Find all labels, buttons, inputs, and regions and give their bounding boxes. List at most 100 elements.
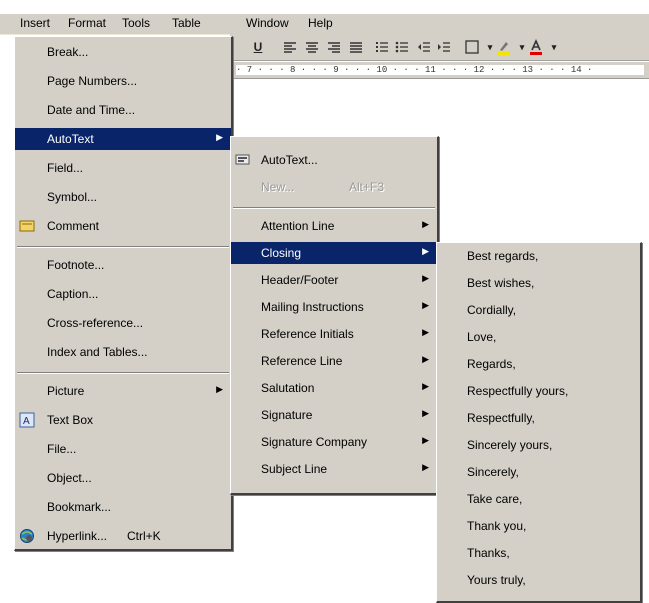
insert-item-field[interactable]: Field... [15, 157, 231, 179]
closing-item-respectfully-yours[interactable]: Respectfully yours, [437, 380, 640, 402]
submenu-arrow-icon: ▶ [216, 132, 223, 142]
closing-item-label: Love, [467, 330, 497, 344]
autotext-item-reference-initials[interactable]: Reference Initials ▶ [231, 323, 437, 345]
insert-item-symbol[interactable]: Symbol... [15, 186, 231, 208]
autotext-item-label: New... [261, 180, 295, 194]
align-right-icon[interactable] [326, 39, 342, 55]
autotext-item-attention-line[interactable]: Attention Line ▶ [231, 215, 437, 237]
insert-item-label: Page Numbers... [47, 74, 138, 88]
insert-item-cross-reference[interactable]: Cross-reference... [15, 312, 231, 334]
autotext-item-label: Header/Footer [261, 273, 339, 287]
insert-item-label: Hyperlink... [47, 529, 108, 543]
submenu-arrow-icon: ▶ [422, 300, 429, 310]
increase-indent-icon[interactable] [436, 39, 452, 55]
menu-tools[interactable]: Tools [122, 16, 150, 30]
autotext-item-closing[interactable]: Closing ▶ [231, 242, 437, 264]
closing-item-take-care[interactable]: Take care, [437, 488, 640, 510]
decrease-indent-icon[interactable] [416, 39, 432, 55]
closing-item-label: Respectfully yours, [467, 384, 569, 398]
closing-item-sincerely[interactable]: Sincerely, [437, 461, 640, 483]
insert-item-page-numbers[interactable]: Page Numbers... [15, 70, 231, 92]
insert-item-index-and-tables[interactable]: Index and Tables... [15, 341, 231, 363]
ruler: · 7 · · · 8 · · · 9 · · · 10 · · · 11 · … [230, 62, 649, 79]
menu-format[interactable]: Format [68, 16, 106, 30]
submenu-arrow-icon: ▶ [422, 273, 429, 283]
insert-item-label: Date and Time... [47, 103, 136, 117]
align-center-icon[interactable] [304, 39, 320, 55]
closing-item-best-wishes[interactable]: Best wishes, [437, 272, 640, 294]
insert-item-label: Index and Tables... [47, 345, 148, 359]
submenu-arrow-icon: ▶ [422, 327, 429, 337]
insert-item-picture[interactable]: Picture ▶ [15, 380, 231, 402]
autotext-item-salutation[interactable]: Salutation ▶ [231, 377, 437, 399]
closing-item-thanks[interactable]: Thanks, [437, 542, 640, 564]
closing-item-love[interactable]: Love, [437, 326, 640, 348]
closing-item-label: Respectfully, [467, 411, 535, 425]
menu-window[interactable]: Window [246, 16, 289, 30]
closing-item-thank-you[interactable]: Thank you, [437, 515, 640, 537]
insert-item-caption[interactable]: Caption... [15, 283, 231, 305]
autotext-item-label: Mailing Instructions [261, 300, 364, 314]
autotext-item-label: Reference Line [261, 354, 343, 368]
underline-button[interactable]: U [250, 39, 266, 55]
autotext-item-reference-line[interactable]: Reference Line ▶ [231, 350, 437, 372]
autotext-item-mailing-instructions[interactable]: Mailing Instructions ▶ [231, 296, 437, 318]
autotext-item-signature[interactable]: Signature ▶ [231, 404, 437, 426]
insert-item-bookmark[interactable]: Bookmark... [15, 496, 231, 518]
insert-item-text-box[interactable]: A Text Box [15, 409, 231, 431]
closing-item-best-regards[interactable]: Best regards, [437, 245, 640, 267]
insert-item-comment[interactable]: Comment [15, 215, 231, 237]
menu-bar: Insert Format Tools Table Window Help [0, 14, 649, 35]
closing-item-respectfully[interactable]: Respectfully, [437, 407, 640, 429]
insert-item-break[interactable]: Break... [15, 41, 231, 63]
autotext-icon [235, 152, 251, 168]
numbering-icon[interactable] [374, 39, 390, 55]
submenu-arrow-icon: ▶ [422, 219, 429, 229]
text-box-icon: A [19, 412, 35, 428]
submenu-arrow-icon: ▶ [216, 384, 223, 394]
insert-item-label: Field... [47, 161, 84, 175]
insert-item-footnote[interactable]: Footnote... [15, 254, 231, 276]
borders-icon[interactable] [464, 39, 480, 55]
insert-item-hyperlink[interactable]: Hyperlink... Ctrl+K [15, 525, 231, 547]
closing-item-label: Yours truly, [467, 573, 526, 587]
insert-menu: Break... Page Numbers... Date and Time... A… [14, 36, 233, 551]
insert-item-date-and-time[interactable]: Date and Time... [15, 99, 231, 121]
bullets-icon[interactable] [394, 39, 410, 55]
insert-item-autotext[interactable]: AutoText ▶ [15, 128, 231, 150]
autotext-item-autotext[interactable]: AutoText... [231, 149, 437, 171]
insert-item-label: Footnote... [47, 258, 105, 272]
justify-icon[interactable] [348, 39, 364, 55]
closing-item-regards[interactable]: Regards, [437, 353, 640, 375]
font-color-icon[interactable] [528, 39, 544, 55]
autotext-item-subject-line[interactable]: Subject Line ▶ [231, 458, 437, 480]
insert-item-file[interactable]: File... [15, 438, 231, 460]
autotext-item-label: Closing [261, 246, 302, 260]
insert-item-label: Symbol... [47, 190, 98, 204]
autotext-item-label: Subject Line [261, 462, 328, 476]
closing-item-label: Sincerely, [467, 465, 519, 479]
autotext-item-header-footer[interactable]: Header/Footer ▶ [231, 269, 437, 291]
formatting-toolbar: U ▾ ▾ ▾ [230, 34, 649, 61]
menu-insert[interactable]: Insert [20, 16, 50, 30]
insert-item-label: Break... [47, 45, 89, 59]
menu-help[interactable]: Help [308, 16, 333, 30]
menu-table[interactable]: Table [172, 16, 201, 30]
closing-item-label: Best wishes, [467, 276, 535, 290]
closing-item-cordially[interactable]: Cordially, [437, 299, 640, 321]
closing-item-yours-truly[interactable]: Yours truly, [437, 569, 640, 591]
insert-item-label: Text Box [47, 413, 94, 427]
closing-item-label: Sincerely yours, [467, 438, 553, 452]
closing-item-label: Best regards, [467, 249, 539, 263]
align-left-icon[interactable] [282, 39, 298, 55]
insert-item-object[interactable]: Object... [15, 467, 231, 489]
submenu-arrow-icon: ▶ [422, 435, 429, 445]
autotext-item-signature-company[interactable]: Signature Company ▶ [231, 431, 437, 453]
closing-item-sincerely-yours[interactable]: Sincerely yours, [437, 434, 640, 456]
font-color-dropdown-icon[interactable]: ▾ [546, 39, 562, 55]
insert-item-label: Caption... [47, 287, 99, 301]
autotext-item-label: Reference Initials [261, 327, 354, 341]
menu-separator [17, 246, 229, 248]
highlight-icon[interactable] [496, 39, 512, 55]
autotext-item-new: New... Alt+F3 [231, 176, 437, 198]
